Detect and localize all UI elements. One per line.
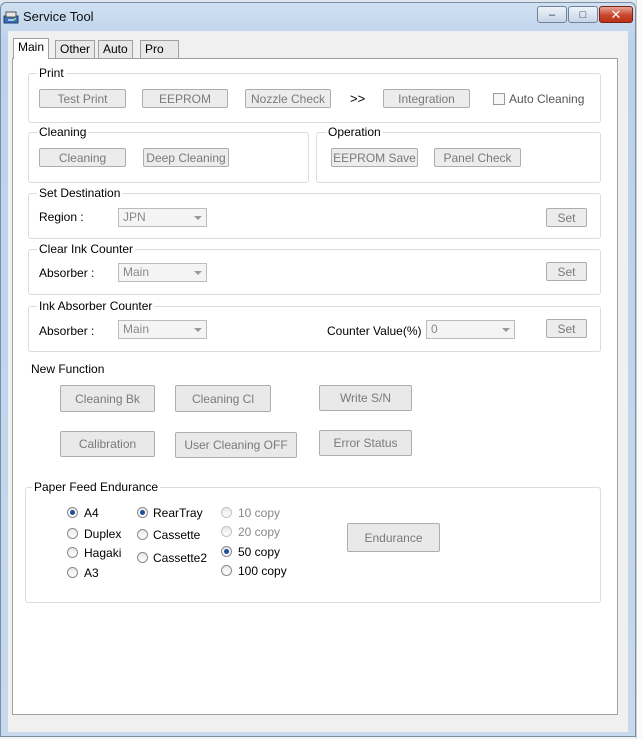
chevron-down-icon — [502, 328, 510, 332]
clear-absorber-value: Main — [123, 265, 150, 279]
cleaning-button[interactable]: Cleaning — [39, 148, 126, 167]
radio-hagaki[interactable] — [67, 547, 78, 558]
close-button[interactable]: ✕ — [599, 6, 633, 23]
eeprom-button[interactable]: EEPROM — [142, 89, 228, 108]
paper-feed-label: Paper Feed Endurance — [32, 480, 161, 494]
minimize-button[interactable]: – — [537, 6, 567, 23]
radio-100-copy[interactable] — [221, 565, 232, 576]
more-chevron[interactable]: >> — [350, 91, 365, 106]
radio-cassette2[interactable] — [137, 552, 148, 563]
radio-a4[interactable] — [67, 507, 78, 518]
label-cassette2: Cassette2 — [153, 551, 208, 565]
print-group-label: Print — [37, 66, 66, 80]
calibration-button[interactable]: Calibration — [60, 431, 155, 457]
nozzle-check-button[interactable]: Nozzle Check — [245, 89, 331, 108]
radio-10-copy[interactable] — [221, 507, 232, 518]
tab-pro[interactable]: Pro — [140, 40, 179, 58]
clear-ink-counter-label: Clear Ink Counter — [37, 242, 136, 256]
set-destination-label: Set Destination — [37, 186, 123, 200]
maximize-button[interactable]: □ — [568, 6, 598, 23]
cleaning-group-label: Cleaning — [37, 125, 89, 139]
chevron-down-icon — [194, 328, 202, 332]
chevron-down-icon — [194, 271, 202, 275]
ink-absorber-counter-label: Ink Absorber Counter — [37, 299, 155, 313]
region-label: Region : — [39, 210, 84, 224]
radio-20-copy[interactable] — [221, 526, 232, 537]
cleaning-bk-button[interactable]: Cleaning Bk — [60, 385, 155, 412]
label-a3: A3 — [84, 566, 99, 580]
tab-other[interactable]: Other — [55, 40, 96, 58]
radio-50-copy[interactable] — [221, 546, 232, 557]
integration-button[interactable]: Integration — [383, 89, 470, 108]
operation-group-label: Operation — [326, 125, 383, 139]
tab-auto[interactable]: Auto — [98, 40, 133, 58]
label-duplex: Duplex — [84, 527, 122, 541]
user-cleaning-off-button[interactable]: User Cleaning OFF — [175, 432, 297, 458]
deep-cleaning-button[interactable]: Deep Cleaning — [143, 148, 229, 167]
paper-feed-group — [25, 487, 601, 603]
radio-a3[interactable] — [67, 567, 78, 578]
label-100-copy: 100 copy — [238, 564, 287, 578]
set-destination-button[interactable]: Set — [546, 208, 587, 227]
test-print-button[interactable]: Test Print — [39, 89, 126, 108]
minimize-icon: – — [548, 8, 556, 21]
radio-duplex[interactable] — [67, 528, 78, 539]
label-hagaki: Hagaki — [84, 546, 122, 560]
radio-reartray[interactable] — [137, 507, 148, 518]
label-10-copy: 10 copy — [238, 506, 281, 520]
counter-value-label: Counter Value(%) : — [327, 324, 429, 338]
panel-check-button[interactable]: Panel Check — [434, 148, 521, 167]
clear-absorber-label: Absorber : — [39, 266, 95, 280]
ink-absorber-set-button[interactable]: Set — [546, 319, 587, 338]
endurance-button[interactable]: Endurance — [347, 523, 440, 552]
label-a4: A4 — [84, 506, 99, 520]
error-status-button[interactable]: Error Status — [319, 430, 412, 456]
clear-absorber-combo[interactable]: Main — [118, 263, 207, 282]
auto-cleaning-checkbox[interactable] — [493, 93, 505, 105]
radio-cassette[interactable] — [137, 529, 148, 540]
app-icon — [3, 11, 19, 24]
region-value: JPN — [123, 210, 146, 224]
absorber-value: Main — [123, 322, 150, 336]
label-50-copy: 50 copy — [238, 545, 281, 559]
write-sn-button[interactable]: Write S/N — [319, 385, 412, 411]
label-cassette: Cassette — [153, 528, 201, 542]
label-reartray: RearTray — [153, 506, 203, 520]
clear-ink-set-button[interactable]: Set — [546, 262, 587, 281]
close-icon: ✕ — [610, 6, 622, 22]
absorber-combo[interactable]: Main — [118, 320, 207, 339]
window-title: Service Tool — [23, 9, 94, 24]
absorber-label: Absorber : — [39, 324, 95, 338]
eeprom-save-button[interactable]: EEPROM Save — [331, 148, 418, 167]
cleaning-cl-button[interactable]: Cleaning Cl — [175, 385, 271, 412]
label-20-copy: 20 copy — [238, 525, 281, 539]
tab-main[interactable]: Main — [13, 38, 50, 59]
new-function-label: New Function — [31, 362, 105, 376]
chevron-down-icon — [194, 216, 202, 220]
background-window-edge — [636, 0, 643, 739]
maximize-icon: □ — [579, 8, 587, 21]
auto-cleaning-label: Auto Cleaning — [509, 92, 585, 106]
counter-value: 0 — [431, 322, 438, 336]
region-combo[interactable]: JPN — [118, 208, 207, 227]
counter-value-combo[interactable]: 0 — [426, 320, 515, 339]
